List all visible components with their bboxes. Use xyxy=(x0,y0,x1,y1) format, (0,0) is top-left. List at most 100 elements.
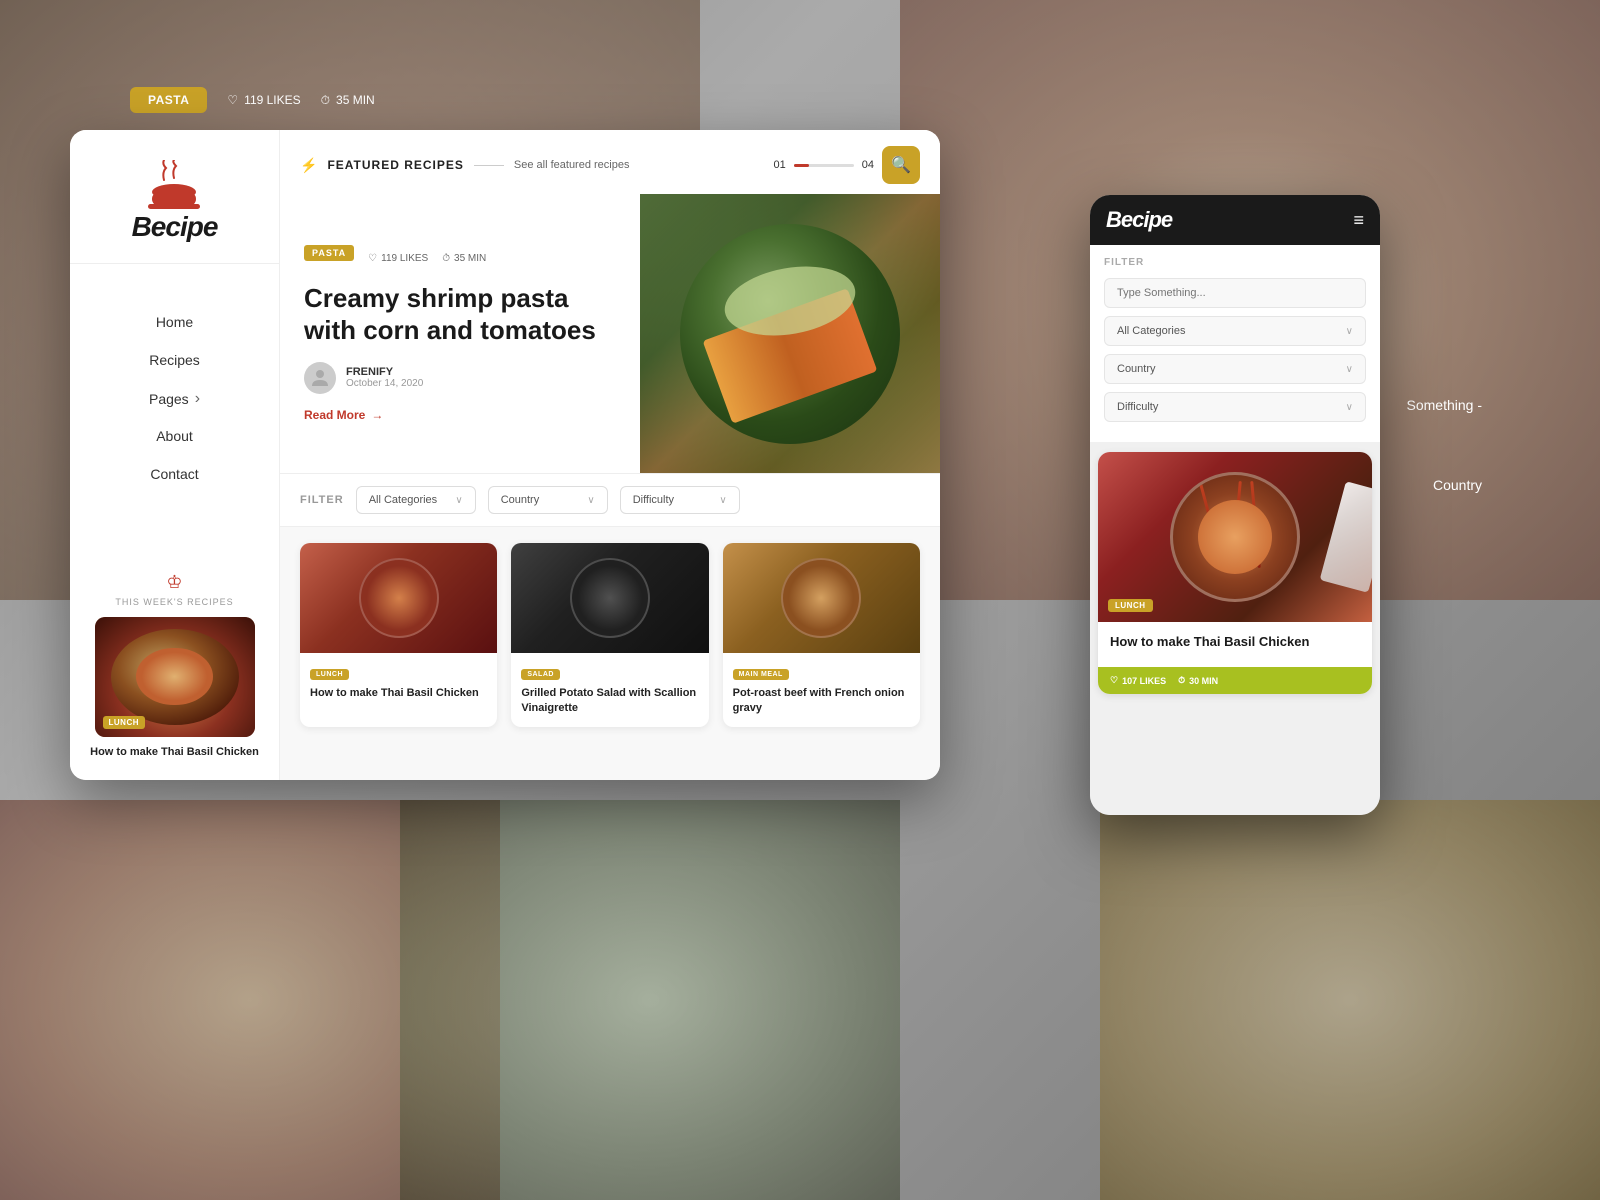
clock-icon-mobile: ⏱ xyxy=(1178,675,1185,686)
mobile-recipe-card[interactable]: LUNCH How to make Thai Basil Chicken ♡ 1… xyxy=(1098,452,1372,694)
difficulty-label: Difficulty xyxy=(633,494,674,506)
recipe-card-3-image xyxy=(723,543,920,653)
mobile-difficulty-chevron: ∨ xyxy=(1346,402,1353,413)
sidebar-item-pages[interactable]: Pages xyxy=(70,380,279,418)
sidebar-item-about[interactable]: About xyxy=(70,418,279,456)
recipe-card-1-body: LUNCH How to make Thai Basil Chicken xyxy=(300,653,497,711)
search-button[interactable]: 🔍 xyxy=(882,146,920,184)
weeks-label: THIS WEEK'S RECIPES xyxy=(115,597,233,607)
clock-icon-hero: ⏱ xyxy=(442,253,450,264)
logo-text: Becipe xyxy=(132,211,218,243)
mobile-recipe-time: ⏱ 30 MIN xyxy=(1178,675,1218,686)
categories-select[interactable]: All Categories ∨ xyxy=(356,486,476,514)
search-icon: 🔍 xyxy=(891,155,911,175)
mobile-country-select[interactable]: Country ∨ xyxy=(1104,354,1366,384)
avatar-icon xyxy=(308,366,332,390)
heart-icon: ♡ xyxy=(227,93,238,107)
featured-header: ⚡ FEATURED RECIPES See all featured reci… xyxy=(280,130,940,194)
categories-label: All Categories xyxy=(369,494,437,506)
mobile-difficulty-label: Difficulty xyxy=(1117,401,1158,413)
sidebar-item-contact[interactable]: Contact xyxy=(70,456,279,494)
recipe-card-3-body: MAIN MEAL Pot-roast beef with French oni… xyxy=(723,653,920,727)
sidebar-item-home[interactable]: Home xyxy=(70,304,279,342)
recipe-card-2-body: SALAD Grilled Potato Salad with Scallion… xyxy=(511,653,708,727)
featured-title: FEATURED RECIPES xyxy=(327,158,463,172)
recipe-card-1-image xyxy=(300,543,497,653)
hero-meta: PASTA ♡ 119 LIKES ⏱ 35 MIN xyxy=(304,245,616,271)
page-current: 01 xyxy=(774,159,786,171)
heart-icon-hero: ♡ xyxy=(368,253,377,264)
country-chevron: ∨ xyxy=(587,495,594,506)
bolt-icon: ⚡ xyxy=(300,157,317,174)
see-all-link[interactable]: See all featured recipes xyxy=(514,159,630,171)
country-label: Country xyxy=(501,494,540,506)
recipe-card-1-tag: LUNCH xyxy=(310,669,349,680)
recipe-card-3-title: Pot-roast beef with French onion gravy xyxy=(733,686,910,717)
difficulty-select[interactable]: Difficulty ∨ xyxy=(620,486,740,514)
page-line-fill xyxy=(794,164,809,167)
sidebar: Becipe Home Recipes Pages About Contact … xyxy=(70,130,280,780)
hamburger-button[interactable]: ≡ xyxy=(1353,210,1364,231)
author-name: FRENIFY xyxy=(346,366,423,378)
filter-label: FILTER xyxy=(300,494,344,506)
recipe-card-2[interactable]: SALAD Grilled Potato Salad with Scallion… xyxy=(511,543,708,727)
mobile-recipe-badge: LUNCH xyxy=(1108,599,1153,612)
mobile-search-input[interactable] xyxy=(1104,278,1366,308)
read-more-link[interactable]: Read More → xyxy=(304,408,616,422)
mobile-filter-title: FILTER xyxy=(1104,257,1366,268)
mobile-categories-label: All Categories xyxy=(1117,325,1185,337)
sidebar-recipe-image: LUNCH xyxy=(95,617,255,737)
author-row: FRENIFY October 14, 2020 xyxy=(304,362,616,394)
mobile-recipe-title: How to make Thai Basil Chicken xyxy=(1110,634,1360,649)
author-avatar xyxy=(304,362,336,394)
mobile-country-label: Country xyxy=(1117,363,1156,375)
sidebar-nav: Home Recipes Pages About Contact xyxy=(70,304,279,494)
time-count: 35 MIN xyxy=(336,93,375,107)
read-more-text: Read More xyxy=(304,408,365,422)
logo-icon: Becipe xyxy=(132,160,218,243)
mobile-categories-select[interactable]: All Categories ∨ xyxy=(1104,316,1366,346)
featured-divider xyxy=(474,165,504,166)
top-meta-likes: ♡ 119 LIKES xyxy=(227,87,300,113)
hero-text: PASTA ♡ 119 LIKES ⏱ 35 MIN Creamy shrimp… xyxy=(280,194,640,473)
hero-time-value: 35 MIN xyxy=(454,253,486,264)
hero-likes-count: 119 LIKES xyxy=(381,253,428,264)
mobile-difficulty-select[interactable]: Difficulty ∨ xyxy=(1104,392,1366,422)
right-country-label: Country xyxy=(1433,477,1482,495)
filter-bar: FILTER All Categories ∨ Country ∨ Diffic… xyxy=(280,474,940,527)
mobile-recipe-image: LUNCH xyxy=(1098,452,1372,622)
mobile-recipe-likes: ♡ 107 LIKES xyxy=(1110,675,1166,686)
mobile-categories-chevron: ∨ xyxy=(1346,326,1353,337)
recipe-card-1[interactable]: LUNCH How to make Thai Basil Chicken xyxy=(300,543,497,727)
hero-tag: PASTA xyxy=(304,245,354,261)
food-circle xyxy=(1170,472,1300,602)
mobile-likes-count: 107 LIKES xyxy=(1122,676,1166,686)
page-line xyxy=(794,164,854,167)
crown-icon: ♔ xyxy=(166,572,182,593)
page-total: 04 xyxy=(862,159,874,171)
recipe-card-2-title: Grilled Potato Salad with Scallion Vinai… xyxy=(521,686,698,717)
hero-likes: ♡ 119 LIKES xyxy=(368,253,428,264)
bg-food-bottom-right xyxy=(1100,800,1600,1200)
sidebar-recipe-badge: LUNCH xyxy=(103,716,146,729)
mobile-time-value: 30 MIN xyxy=(1189,676,1218,686)
mobile-filter-section: FILTER All Categories ∨ Country ∨ Diffic… xyxy=(1090,245,1380,442)
sidebar-bottom: ♔ THIS WEEK'S RECIPES LUNCH How to make … xyxy=(70,572,279,760)
mobile-header: Becipe ≡ xyxy=(1090,195,1380,245)
sidebar-item-recipes[interactable]: Recipes xyxy=(70,342,279,380)
mobile-country-chevron: ∨ xyxy=(1346,364,1353,375)
author-date: October 14, 2020 xyxy=(346,378,423,389)
hero-time: ⏱ 35 MIN xyxy=(442,253,486,264)
logo-bowl-svg xyxy=(144,160,204,215)
sidebar-logo: Becipe xyxy=(70,160,279,264)
hero-title: Creamy shrimp pasta with corn and tomato… xyxy=(304,283,616,345)
hero-section: PASTA ♡ 119 LIKES ⏱ 35 MIN Creamy shrimp… xyxy=(280,194,940,474)
recipe-grid: LUNCH How to make Thai Basil Chicken SAL… xyxy=(280,527,940,743)
clock-icon: ⏱ xyxy=(321,93,330,108)
desktop-window: Becipe Home Recipes Pages About Contact … xyxy=(70,130,940,780)
mobile-body: FILTER All Categories ∨ Country ∨ Diffic… xyxy=(1090,245,1380,815)
country-select[interactable]: Country ∨ xyxy=(488,486,608,514)
categories-chevron: ∨ xyxy=(455,495,462,506)
recipe-card-3[interactable]: MAIN MEAL Pot-roast beef with French oni… xyxy=(723,543,920,727)
top-meta-time: ⏱ 35 MIN xyxy=(321,87,375,113)
